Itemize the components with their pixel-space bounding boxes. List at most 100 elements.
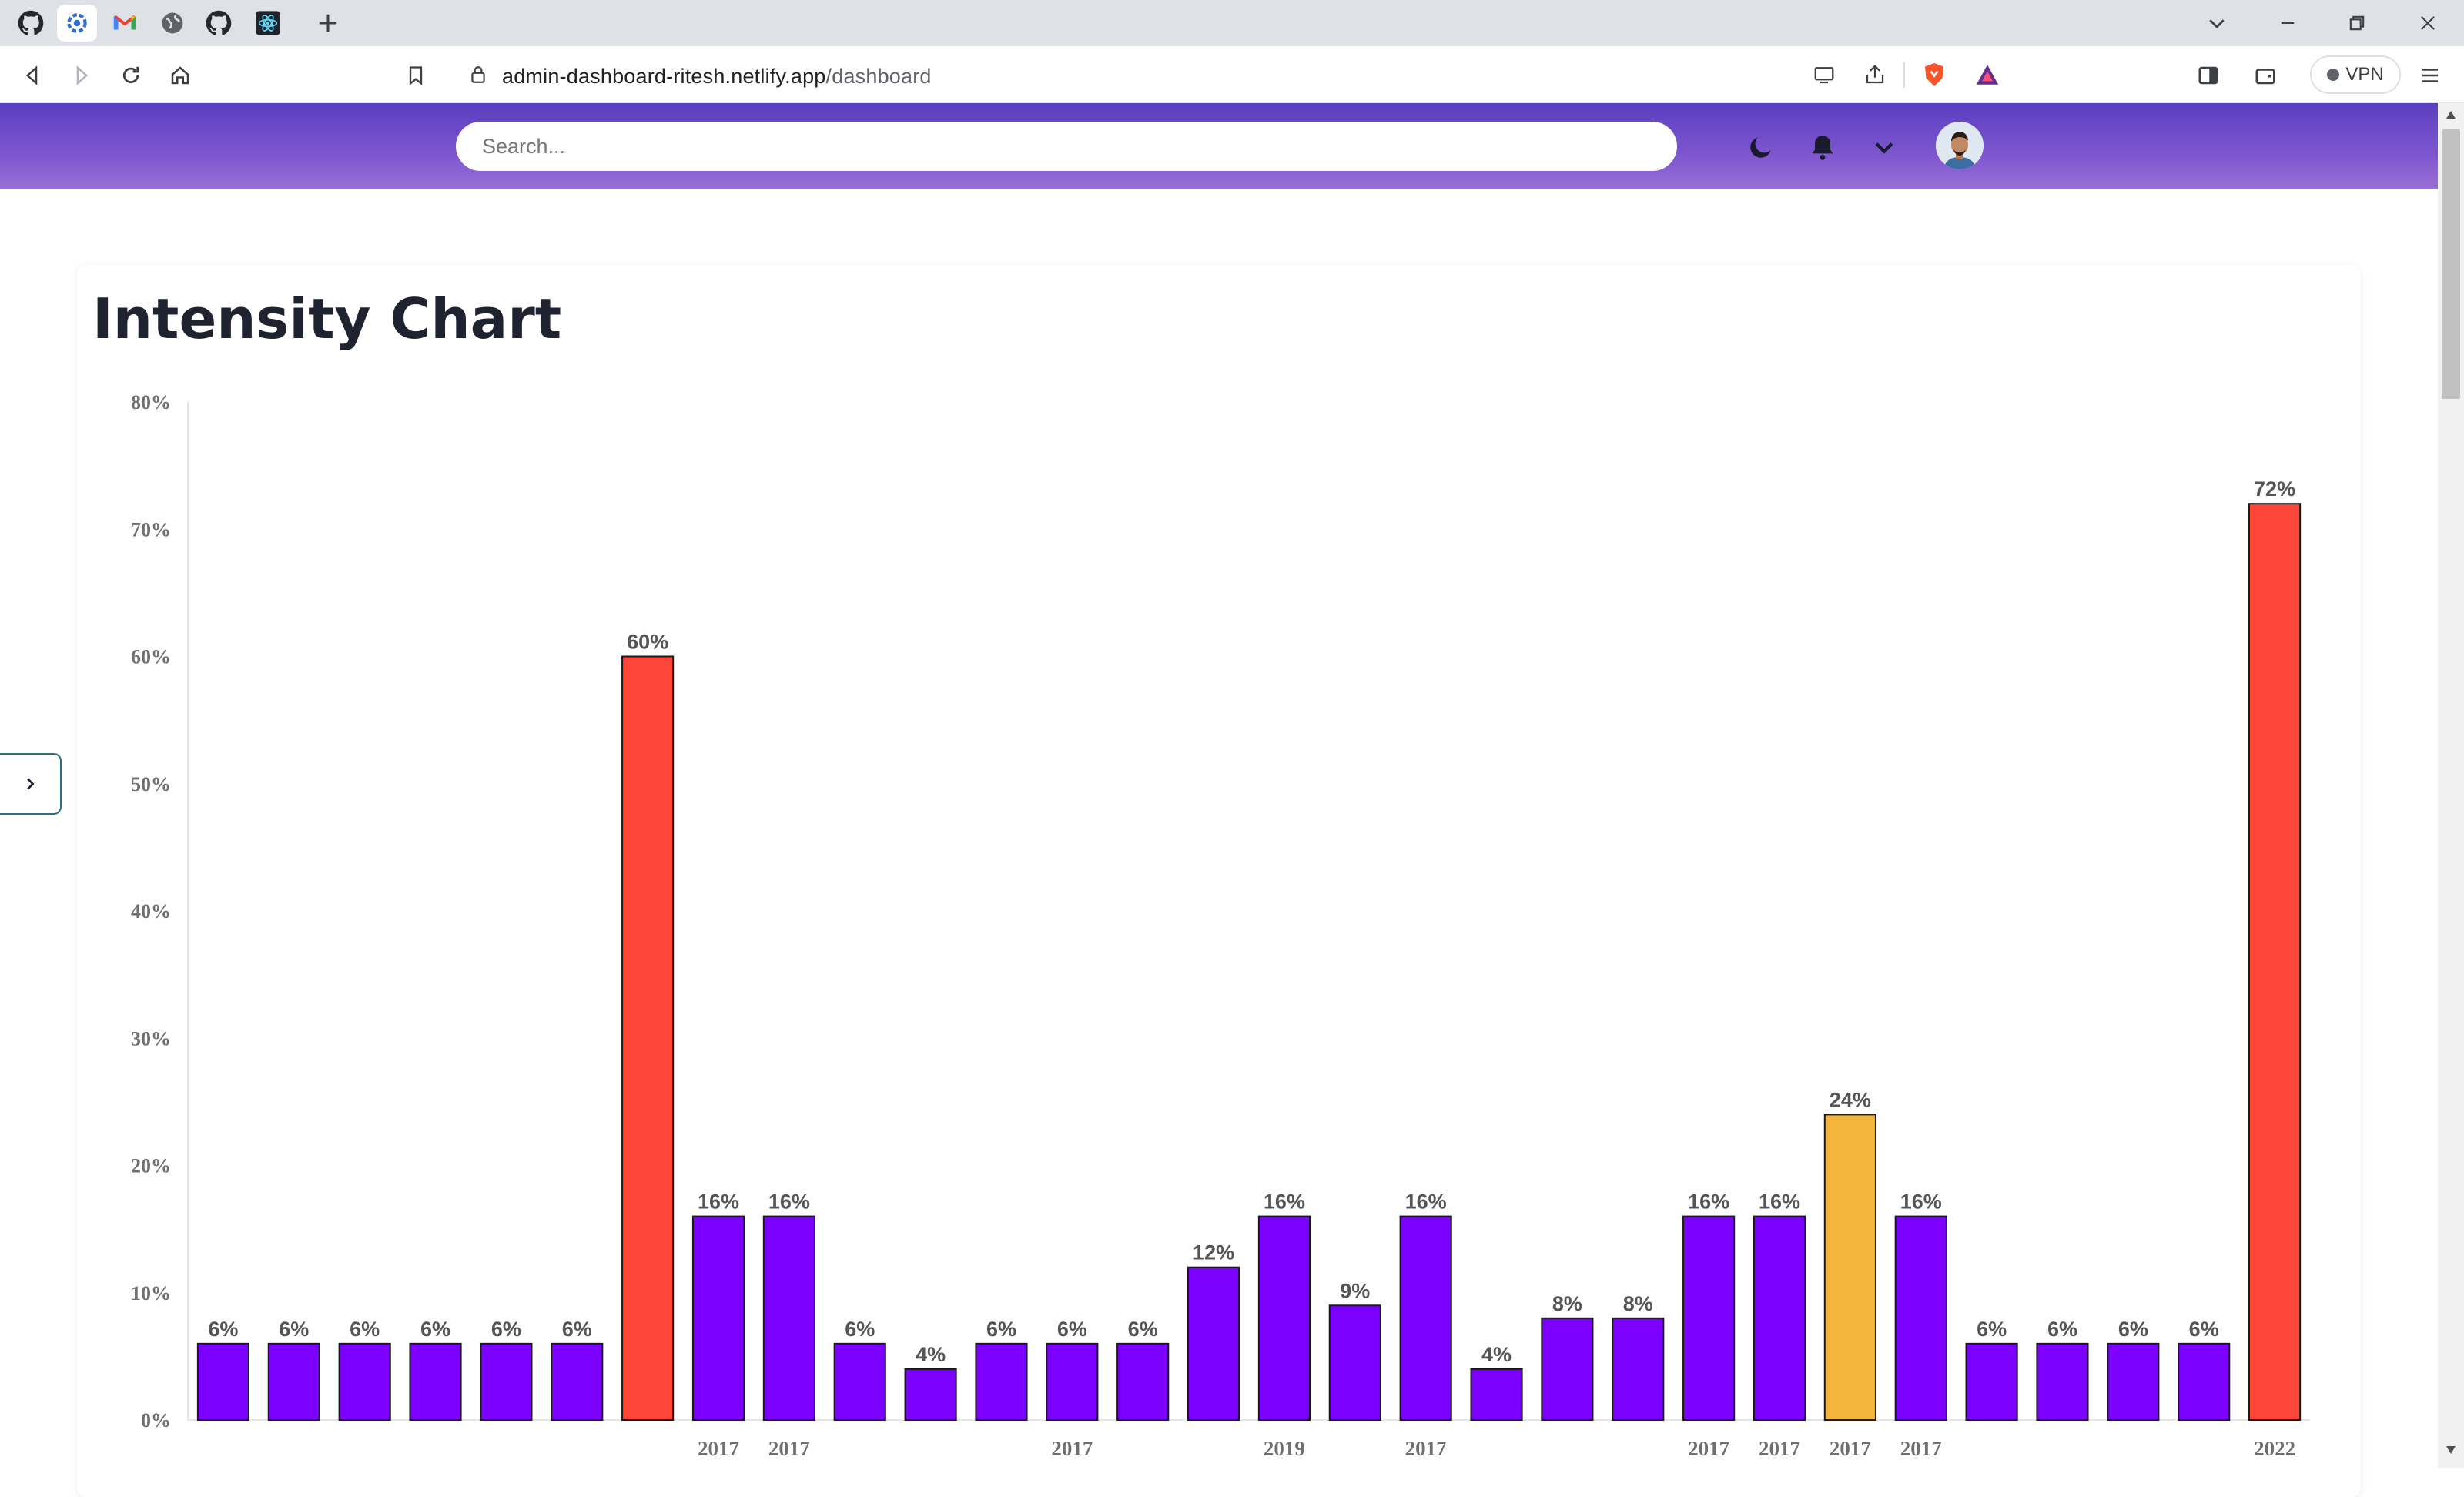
bar-value-label: 72% — [2254, 477, 2295, 501]
bar — [2248, 503, 2302, 1422]
back-arrow-icon — [25, 65, 38, 85]
forward-arrow-icon — [76, 65, 89, 85]
hamburger-menu-icon — [2422, 69, 2438, 82]
bar-value-label: 8% — [1623, 1292, 1653, 1315]
brave-rewards-icon[interactable] — [1974, 62, 2000, 88]
bar-value-label: 6% — [845, 1318, 875, 1341]
forward-button[interactable] — [65, 59, 99, 92]
sidebar-panel-icon — [2198, 66, 2218, 85]
globe-icon — [162, 12, 183, 34]
close-icon — [2421, 16, 2435, 30]
url-text: admin-dashboard-ritesh.netlify.app/dashb… — [502, 65, 932, 89]
wallet-icon — [2255, 69, 2275, 85]
bar — [1116, 1342, 1170, 1421]
browser-tab-strip — [0, 0, 2464, 46]
notifications-button[interactable] — [1803, 128, 1842, 166]
brave-shield-icon[interactable] — [1920, 60, 1948, 89]
minimize-button[interactable] — [2261, 5, 2315, 42]
bar — [833, 1342, 886, 1421]
divider — [1903, 62, 1905, 88]
bar — [267, 1342, 320, 1421]
minimize-icon — [2281, 22, 2295, 25]
tab-globe[interactable] — [152, 5, 192, 42]
bar — [762, 1215, 815, 1421]
bar — [551, 1342, 604, 1421]
x-tick-label: 2022 — [2254, 1437, 2295, 1460]
bar-value-label: 6% — [986, 1318, 1016, 1341]
github-icon — [18, 10, 44, 35]
bar — [2036, 1342, 2089, 1421]
tab-github[interactable] — [11, 5, 51, 42]
intensity-bar-chart: 0% 10% 20% 30% 40% 50% 60% 70% 80% 6% 6% 6% 6% 6% 6% 60… — [131, 391, 2310, 1460]
bar — [1612, 1317, 1665, 1422]
plus-icon — [319, 14, 337, 32]
gmail-icon — [113, 15, 136, 30]
tab-react[interactable] — [248, 5, 288, 42]
wallet-button[interactable] — [2248, 59, 2282, 92]
bar-value-label: 6% — [562, 1318, 592, 1341]
back-button[interactable] — [15, 59, 49, 92]
bell-icon — [1812, 136, 1833, 160]
home-button[interactable] — [163, 59, 197, 92]
y-tick-label: 60% — [131, 646, 171, 668]
x-tick-label: 2017 — [1688, 1437, 1729, 1460]
sidebar-expand-button[interactable] — [0, 753, 62, 815]
vpn-status-dot — [2327, 69, 2340, 81]
bar-value-label: 6% — [279, 1318, 309, 1341]
dark-mode-toggle[interactable] — [1742, 128, 1780, 166]
vpn-label: VPN — [2345, 64, 2384, 85]
y-tick-label: 30% — [131, 1027, 171, 1050]
cast-icon[interactable] — [1813, 63, 1836, 86]
page-scrollbar[interactable] — [2438, 103, 2464, 1468]
bar — [1823, 1114, 1876, 1422]
restore-icon — [2349, 15, 2365, 31]
bar-value-label: 6% — [420, 1318, 450, 1341]
y-tick-label: 80% — [131, 391, 171, 414]
bar-value-label: 9% — [1340, 1279, 1370, 1302]
scroll-up-arrow-icon[interactable] — [2445, 109, 2457, 120]
scrollbar-thumb[interactable] — [2442, 129, 2460, 399]
bar-value-label: 6% — [2047, 1318, 2077, 1341]
x-tick-label: 2017 — [1405, 1437, 1447, 1460]
bar — [1328, 1304, 1381, 1422]
x-tick-label: 2017 — [1051, 1437, 1093, 1460]
vpn-button[interactable]: VPN — [2310, 55, 2401, 94]
x-tick-label: 2017 — [1900, 1437, 1942, 1460]
scroll-down-arrow-icon[interactable] — [2445, 1445, 2457, 1455]
tab-gmail[interactable] — [105, 5, 145, 42]
y-tick-label: 0% — [141, 1409, 171, 1432]
browser-menu-button[interactable] — [2413, 59, 2447, 92]
bar-value-label: 4% — [1481, 1343, 1512, 1366]
bar-value-label: 16% — [698, 1191, 739, 1214]
close-window-button[interactable] — [2401, 5, 2455, 42]
share-icon[interactable] — [1863, 63, 1886, 86]
bar-value-label: 6% — [1977, 1318, 2007, 1341]
bar-value-label: 12% — [1193, 1241, 1234, 1264]
bar — [1399, 1215, 1452, 1421]
user-avatar-icon — [1936, 122, 1984, 169]
bar-value-label: 6% — [1128, 1318, 1158, 1341]
avatar[interactable] — [1936, 122, 1984, 169]
sidebar-panel-button[interactable] — [2191, 59, 2225, 92]
bar-value-label: 24% — [1830, 1088, 1871, 1111]
bar — [409, 1342, 462, 1421]
profile-dropdown-button[interactable] — [1865, 128, 1903, 166]
reload-button[interactable] — [114, 59, 148, 92]
bar-value-label: 16% — [1405, 1191, 1447, 1214]
bar-value-label: 6% — [491, 1318, 521, 1341]
bookmark-button[interactable] — [399, 59, 433, 92]
bar-value-label: 6% — [350, 1318, 380, 1341]
bar-value-label: 16% — [1688, 1191, 1729, 1214]
new-tab-button[interactable] — [311, 6, 345, 40]
chevron-right-icon — [27, 778, 35, 790]
bar — [975, 1342, 1028, 1421]
search-input[interactable] — [456, 122, 1677, 171]
bar — [2178, 1342, 2231, 1421]
bar — [1470, 1368, 1523, 1422]
restore-button[interactable] — [2330, 5, 2384, 42]
address-bar[interactable]: admin-dashboard-ritesh.netlify.app/dashb… — [450, 54, 2013, 95]
tab-dashboard[interactable] — [57, 5, 97, 42]
y-tick-label: 20% — [131, 1155, 171, 1177]
tab-list-button[interactable] — [2190, 5, 2244, 42]
tab-github-2[interactable] — [199, 5, 239, 42]
